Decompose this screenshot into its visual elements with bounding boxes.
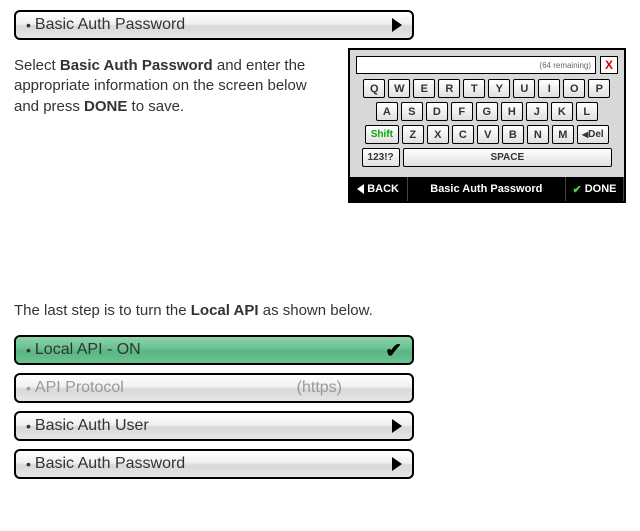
chevron-right-icon <box>392 419 402 433</box>
menu-basic-auth-user[interactable]: • Basic Auth User <box>14 411 414 441</box>
keyboard-title: Basic Auth Password <box>408 177 566 201</box>
key-s[interactable]: S <box>401 102 423 121</box>
key-p[interactable]: P <box>588 79 610 98</box>
key-r[interactable]: R <box>438 79 460 98</box>
menu-basic-auth-password-top[interactable]: • Basic Auth Password <box>14 10 414 40</box>
key-l[interactable]: L <box>576 102 598 121</box>
menu-basic-auth-password[interactable]: • Basic Auth Password <box>14 449 414 479</box>
check-icon: ✔ <box>573 183 582 196</box>
menu-api-protocol: • API Protocol (https) <box>14 373 414 403</box>
chevron-right-icon <box>392 18 402 32</box>
menu-label: Basic Auth User <box>35 417 149 435</box>
key-m[interactable]: M <box>552 125 574 144</box>
menu-label: Basic Auth Password <box>35 16 185 34</box>
bullet-icon: • <box>26 418 31 434</box>
key-w[interactable]: W <box>388 79 410 98</box>
key-numeric[interactable]: 123!? <box>362 148 400 167</box>
key-c[interactable]: C <box>452 125 474 144</box>
key-o[interactable]: O <box>563 79 585 98</box>
keyboard-footer: BACK Basic Auth Password ✔ DONE <box>350 177 624 201</box>
key-q[interactable]: Q <box>363 79 385 98</box>
keyboard-row-3: Shift Z X C V B N M ◀Del <box>356 125 618 144</box>
check-icon: ✔ <box>385 338 402 363</box>
key-e[interactable]: E <box>413 79 435 98</box>
key-h[interactable]: H <box>501 102 523 121</box>
key-x[interactable]: X <box>427 125 449 144</box>
bullet-icon: • <box>26 342 31 358</box>
key-g[interactable]: G <box>476 102 498 121</box>
keyboard-text-input[interactable]: (64 remaining) <box>356 56 596 74</box>
instruction-text-2: The last step is to turn the Local API a… <box>14 301 626 321</box>
key-j[interactable]: J <box>526 102 548 121</box>
key-b[interactable]: B <box>502 125 524 144</box>
menu-label: Basic Auth Password <box>35 455 185 473</box>
instruction-text-1: Select Basic Auth Password and enter the… <box>14 56 328 117</box>
menu-hint: (https) <box>297 379 402 397</box>
key-k[interactable]: K <box>551 102 573 121</box>
key-space[interactable]: SPACE <box>403 148 612 167</box>
chevron-right-icon <box>392 457 402 471</box>
onscreen-keyboard: (64 remaining) X Q W E R T Y U I O P A S… <box>348 48 626 203</box>
key-u[interactable]: U <box>513 79 535 98</box>
close-icon[interactable]: X <box>600 56 618 74</box>
keyboard-row-4: 123!? SPACE <box>356 148 618 167</box>
key-shift[interactable]: Shift <box>365 125 399 144</box>
menu-local-api[interactable]: • Local API - ON ✔ <box>14 335 414 365</box>
menu-label: Local API - ON <box>35 341 141 359</box>
bullet-icon: • <box>26 17 31 33</box>
key-y[interactable]: Y <box>488 79 510 98</box>
key-t[interactable]: T <box>463 79 485 98</box>
key-f[interactable]: F <box>451 102 473 121</box>
keyboard-row-2: A S D F G H J K L <box>356 102 618 121</box>
key-d[interactable]: D <box>426 102 448 121</box>
key-a[interactable]: A <box>376 102 398 121</box>
keyboard-row-1: Q W E R T Y U I O P <box>356 79 618 98</box>
bullet-icon: • <box>26 456 31 472</box>
key-n[interactable]: N <box>527 125 549 144</box>
done-button[interactable]: ✔ DONE <box>566 177 624 201</box>
remaining-counter: (64 remaining) <box>539 61 591 70</box>
key-z[interactable]: Z <box>402 125 424 144</box>
menu-label: API Protocol <box>35 379 124 397</box>
back-arrow-icon <box>357 184 364 194</box>
key-i[interactable]: I <box>538 79 560 98</box>
key-v[interactable]: V <box>477 125 499 144</box>
key-del[interactable]: ◀Del <box>577 125 609 144</box>
bullet-icon: • <box>26 380 31 396</box>
back-button[interactable]: BACK <box>350 177 408 201</box>
